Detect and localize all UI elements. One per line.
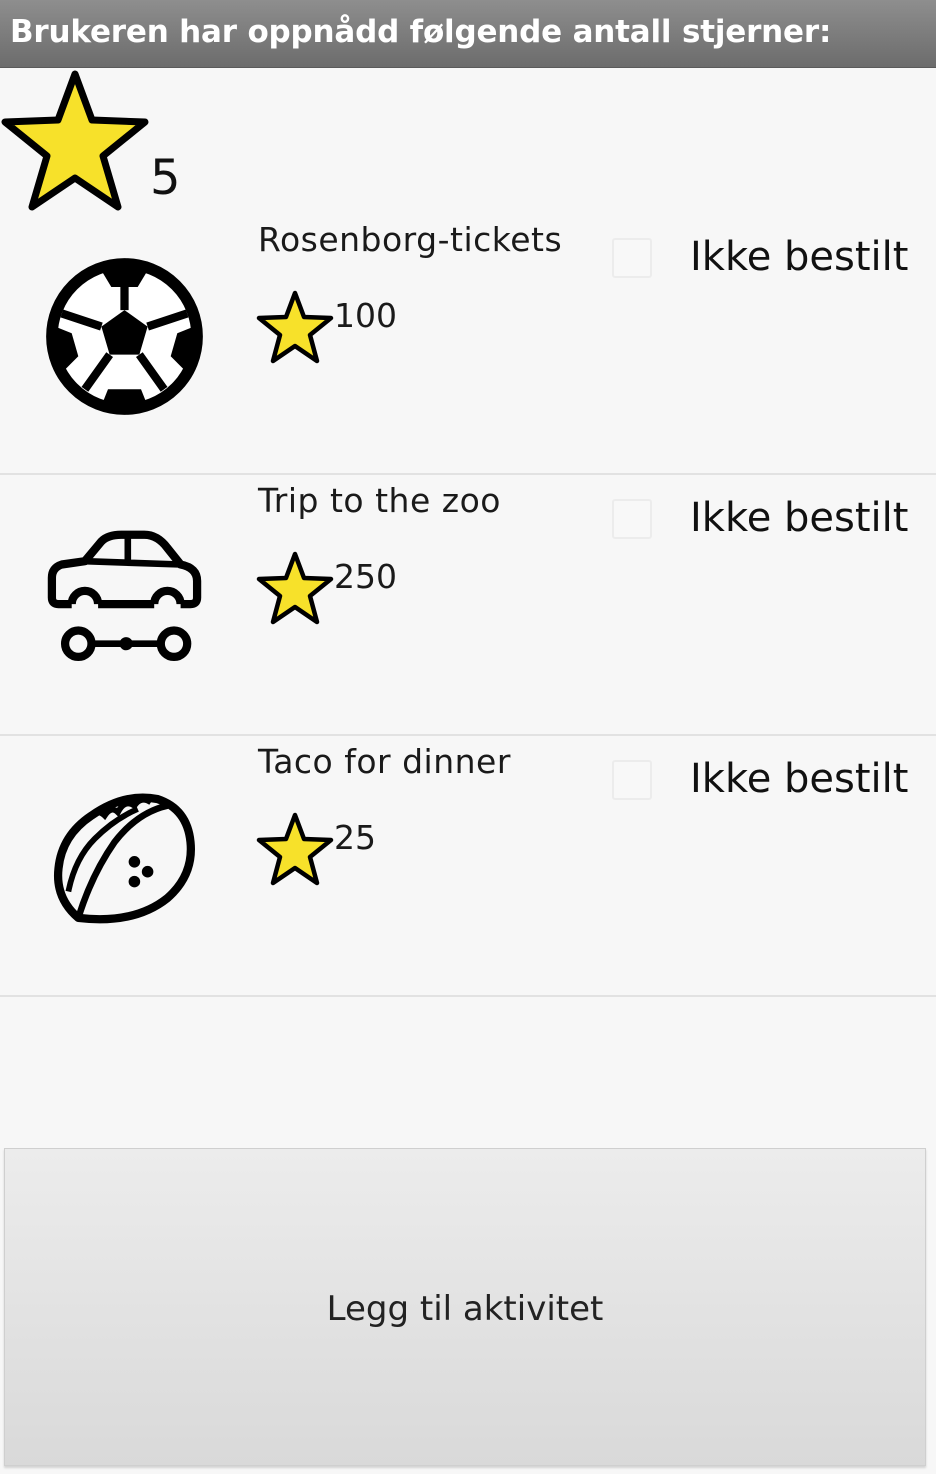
ordered-checkbox[interactable] — [612, 499, 652, 539]
activity-cost: 250 — [334, 557, 397, 596]
soccer-ball-icon — [46, 258, 203, 415]
ordered-checkbox[interactable] — [612, 760, 652, 800]
order-status: Ikke bestilt — [690, 495, 909, 541]
order-status: Ikke bestilt — [690, 756, 909, 802]
list-item[interactable]: Trip to the zoo 250 Ikke bestilt — [0, 475, 936, 736]
order-status: Ikke bestilt — [690, 234, 909, 280]
car-icon — [47, 530, 202, 662]
star-icon — [1, 70, 149, 211]
activity-name: Trip to the zoo — [258, 481, 501, 520]
ordered-checkbox[interactable] — [612, 238, 652, 278]
star-icon — [256, 290, 334, 364]
star-icon — [256, 812, 334, 886]
add-activity-label: Legg til aktivitet — [326, 1289, 604, 1329]
taco-icon — [53, 793, 195, 924]
activity-cost: 100 — [334, 296, 397, 335]
add-activity-button[interactable]: Legg til aktivitet — [4, 1148, 926, 1466]
activity-name: Rosenborg-tickets — [258, 220, 563, 259]
title-bar: Brukeren har oppnådd følgende antall stj… — [0, 0, 936, 68]
list-item[interactable]: Taco for dinner 25 Ikke bestilt — [0, 736, 936, 997]
list-item[interactable]: Rosenborg-tickets 100 Ikke bestilt — [0, 214, 936, 475]
star-count: 5 — [150, 150, 181, 206]
page-title: Brukeren har oppnådd følgende antall stj… — [10, 14, 832, 50]
activity-cost: 25 — [334, 818, 376, 857]
activity-name: Taco for dinner — [258, 742, 511, 781]
star-icon — [256, 551, 334, 625]
